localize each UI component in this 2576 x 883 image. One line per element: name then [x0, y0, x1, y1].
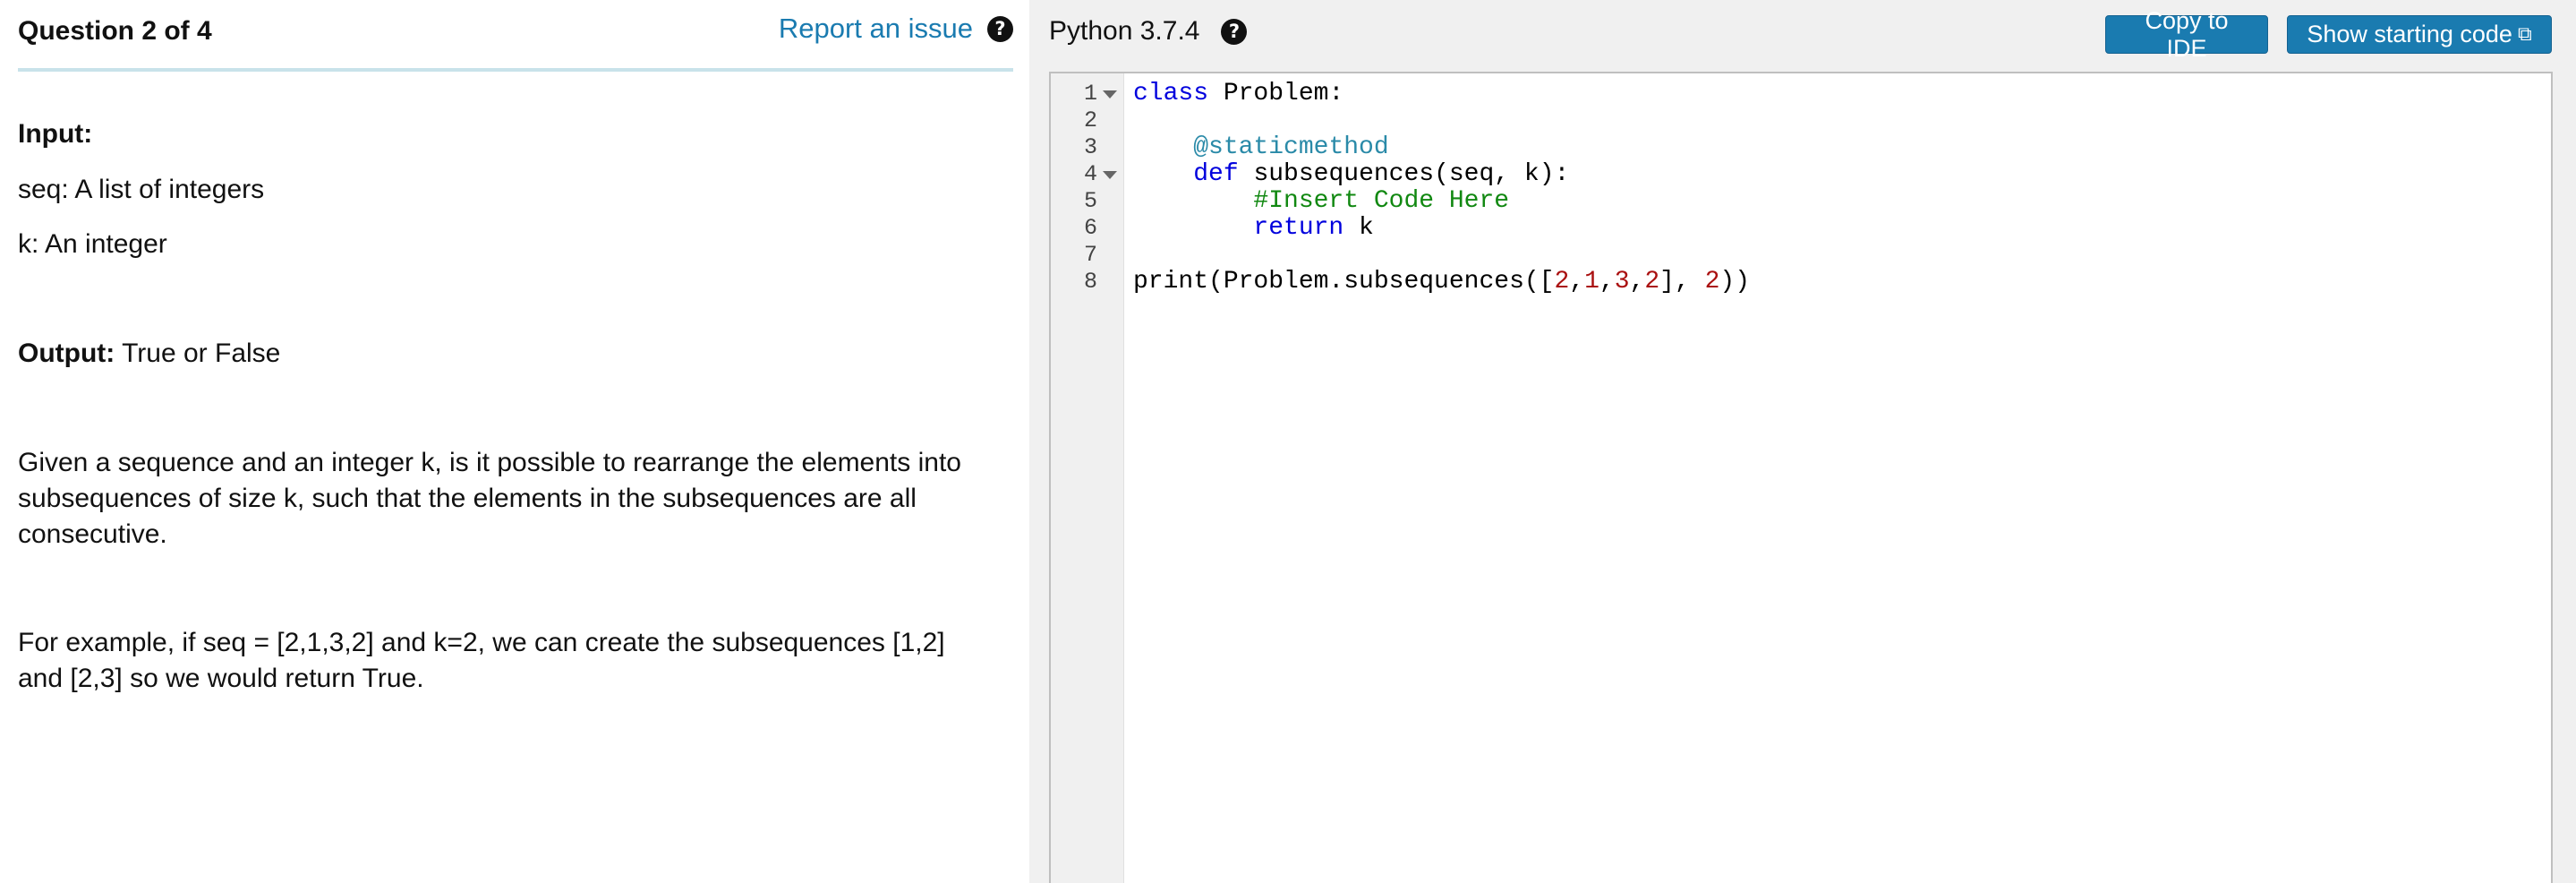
line-number: 4	[1051, 161, 1124, 188]
question-title: Question 2 of 4	[18, 16, 212, 46]
code-line: return k	[1253, 214, 1374, 242]
question-header: Question 2 of 4 Report an issue ?	[18, 0, 1013, 72]
external-link-icon: ⧉	[2517, 23, 2532, 46]
input-k-text: k: An integer	[18, 229, 167, 259]
fold-arrow-icon[interactable]	[1103, 171, 1117, 179]
language-label[interactable]: Python 3.7.4	[1049, 16, 1199, 47]
line-number: 8	[1083, 269, 1097, 295]
line-number: 1	[1051, 81, 1124, 107]
line-number: 3	[1083, 134, 1097, 160]
input-seq-text: seq: A list of integers	[18, 175, 265, 204]
question-pane: Question 2 of 4 Report an issue ? Input:…	[0, 0, 1029, 883]
report-issue: Report an issue ?	[779, 13, 1013, 45]
line-number: 5	[1083, 188, 1097, 214]
problem-paragraph: Given a sequence and an integer k, is it…	[18, 445, 1011, 553]
code-line: def subsequences(seq, k):	[1193, 160, 1570, 188]
help-icon[interactable]: ?	[1221, 18, 1248, 45]
report-issue-link[interactable]: Report an issue	[779, 13, 973, 45]
output-heading: Output:	[18, 339, 115, 368]
code-line: print(Problem.subsequences([2,1,3,2], 2)…	[1133, 268, 1751, 296]
paragraph-line: For example, if seq = [2,1,3,2] and k=2,…	[18, 628, 945, 657]
code-content[interactable]: class Problem: @staticmethod def subsequ…	[1133, 81, 1750, 296]
show-starting-code-button[interactable]: Show starting code ⧉	[2287, 15, 2552, 54]
output-line: Output: True or False	[18, 336, 1011, 372]
input-heading: Input:	[18, 119, 93, 149]
code-line: #Insert Code Here	[1253, 187, 1510, 215]
code-line: class Problem:	[1133, 80, 1344, 107]
line-number: 7	[1083, 242, 1097, 268]
show-starting-code-label: Show starting code	[2307, 21, 2512, 47]
code-editor[interactable]: 1 2 3 4 5 6 7 8 class Problem: @staticme…	[1049, 72, 2553, 883]
line-number: 6	[1083, 215, 1097, 241]
code-line: @staticmethod	[1193, 133, 1389, 161]
paragraph-line: subsequences of size k, such that the el…	[18, 484, 917, 513]
copy-to-ide-button[interactable]: Copy to IDE	[2105, 7, 2268, 62]
line-gutter: 1 2 3 4 5 6 7 8	[1051, 73, 1124, 883]
example-paragraph: For example, if seq = [2,1,3,2] and k=2,…	[18, 625, 1011, 697]
help-icon[interactable]: ?	[987, 15, 1013, 42]
line-number: 2	[1083, 107, 1097, 133]
output-value: True or False	[115, 339, 281, 368]
fold-arrow-icon[interactable]	[1103, 90, 1117, 99]
paragraph-line: and [2,3] so we would return True.	[18, 664, 424, 693]
paragraph-line: Given a sequence and an integer k, is it…	[18, 448, 961, 477]
paragraph-line: consecutive.	[18, 519, 167, 549]
language-selector: Python 3.7.4 ?	[1049, 16, 1248, 47]
editor-pane: Python 3.7.4 ? Copy to IDE Show starting…	[1029, 0, 2576, 883]
